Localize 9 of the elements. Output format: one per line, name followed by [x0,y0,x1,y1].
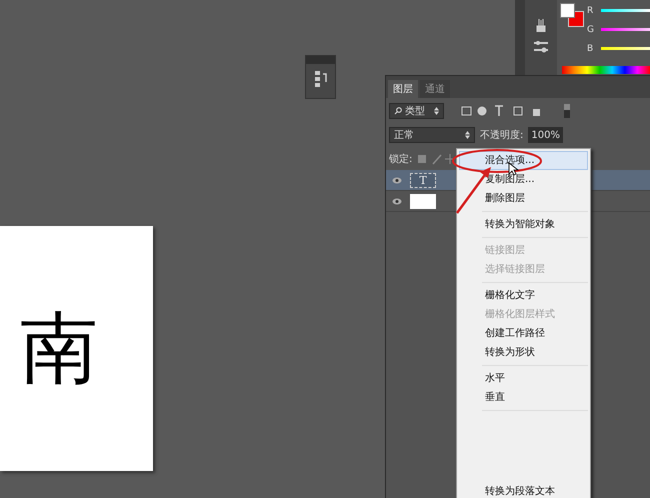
text-layer-thumbnail: T [410,172,436,188]
filter-value: 类型 [405,104,425,118]
blend-mode-value: 正常 [394,128,414,142]
channel-label: G [587,24,595,34]
canvas-text: 南 [20,310,98,388]
lock-label: 锁定: [389,152,412,166]
channel-label: R [587,6,594,16]
channel-label: B [587,44,594,54]
opacity-label: 不透明度: [480,128,524,142]
